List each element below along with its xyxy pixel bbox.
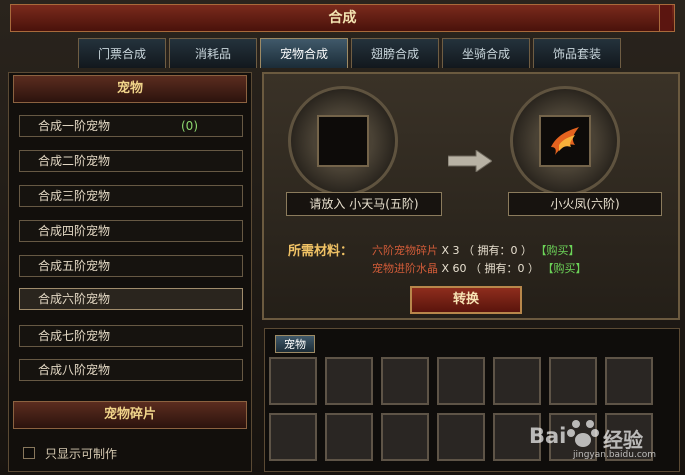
inventory-slot[interactable] [493,357,541,405]
output-slot-label: 小火凤(六阶) [508,192,662,216]
paw-icon [567,420,599,447]
window-title: 合成 [328,10,357,26]
material-name: 六阶宠物碎片 [372,244,438,257]
fire-phoenix-icon [551,127,579,155]
convert-button[interactable]: 转换 [410,286,522,314]
inventory-slot[interactable] [437,357,485,405]
baidu-jingyan-watermark: Bai 经验 jingyan.baidu.com [515,404,675,464]
arrow-right-icon [448,150,492,172]
show-craftable-checkbox[interactable] [23,447,35,459]
game-window: 合成 门票合成 消耗品 宠物合成 翅膀合成 坐骑合成 饰品套装 宠物 合成一阶宠… [0,0,685,475]
inventory-slot[interactable] [325,413,373,461]
inventory-slot[interactable] [269,413,317,461]
inventory-slot[interactable] [325,357,373,405]
sidebar-item-tier1[interactable]: 合成一阶宠物 (0) [19,115,243,137]
section-header-pet[interactable]: 宠物 [13,75,247,103]
sidebar-item-tier5[interactable]: 合成五阶宠物 [19,255,243,277]
sidebar-item-tier7[interactable]: 合成七阶宠物 [19,325,243,347]
material-row-2: 宠物进阶水晶 X 60 （ 拥有：0 ） 【购买】 [372,260,587,276]
section-header-fragments[interactable]: 宠物碎片 [13,401,247,429]
inventory-slot[interactable] [437,413,485,461]
tab-accessory-set[interactable]: 饰品套装 [533,38,621,68]
tab-wing-synthesis[interactable]: 翅膀合成 [351,38,439,68]
material-row-1: 六阶宠物碎片 X 3 （ 拥有：0 ） 【购买】 [372,242,580,258]
inventory-slot[interactable] [269,357,317,405]
watermark-brand-suffix: 经验 [603,428,643,452]
watermark-brand: Bai [529,424,567,448]
watermark-url: jingyan.baidu.com [573,450,657,460]
output-ring [510,86,620,196]
inventory-slot[interactable] [381,357,429,405]
tab-mount-synthesis[interactable]: 坐骑合成 [442,38,530,68]
inventory-slot[interactable] [605,357,653,405]
item-count: (0) [181,119,198,133]
input-ring [288,86,398,196]
tab-ticket[interactable]: 门票合成 [78,38,166,68]
output-slot[interactable] [539,115,591,167]
tab-consumables[interactable]: 消耗品 [169,38,257,68]
show-craftable-label: 只显示可制作 [45,447,118,461]
sidebar-item-tier4[interactable]: 合成四阶宠物 [19,220,243,242]
inventory-slot[interactable] [381,413,429,461]
title-bar: 合成 [10,4,675,32]
sidebar-item-tier2[interactable]: 合成二阶宠物 [19,150,243,172]
material-qty: X 3 （ 拥有：0 ） [441,244,533,257]
input-slot[interactable] [317,115,369,167]
inventory-slot[interactable] [549,357,597,405]
recipe-sidebar: 宠物 合成一阶宠物 (0) 合成二阶宠物 合成三阶宠物 合成四阶宠物 合成五阶宠… [8,72,252,472]
sidebar-item-tier6[interactable]: 合成六阶宠物 [19,288,243,310]
sidebar-item-tier3[interactable]: 合成三阶宠物 [19,185,243,207]
tab-bar: 门票合成 消耗品 宠物合成 翅膀合成 坐骑合成 饰品套装 [78,38,621,68]
close-button[interactable] [659,5,672,31]
tab-pet-synthesis[interactable]: 宠物合成 [260,38,348,68]
input-slot-label: 请放入 小天马(五阶) [286,192,442,216]
sidebar-item-tier8[interactable]: 合成八阶宠物 [19,359,243,381]
requirements-title: 所需材料： [288,244,354,259]
material-qty: X 60 （ 拥有：0 ） [441,262,540,275]
material-name: 宠物进阶水晶 [372,262,438,275]
buy-link[interactable]: 【购买】 [536,244,580,257]
sidebar-item-label: 合成一阶宠物 [38,119,111,133]
tab-pet-inventory[interactable]: 宠物 [275,335,315,353]
synthesis-panel: 请放入 小天马(五阶) 小火凤(六阶) 所需材料： 六阶宠物碎片 X 3 （ 拥… [262,72,680,320]
buy-link[interactable]: 【购买】 [543,262,587,275]
